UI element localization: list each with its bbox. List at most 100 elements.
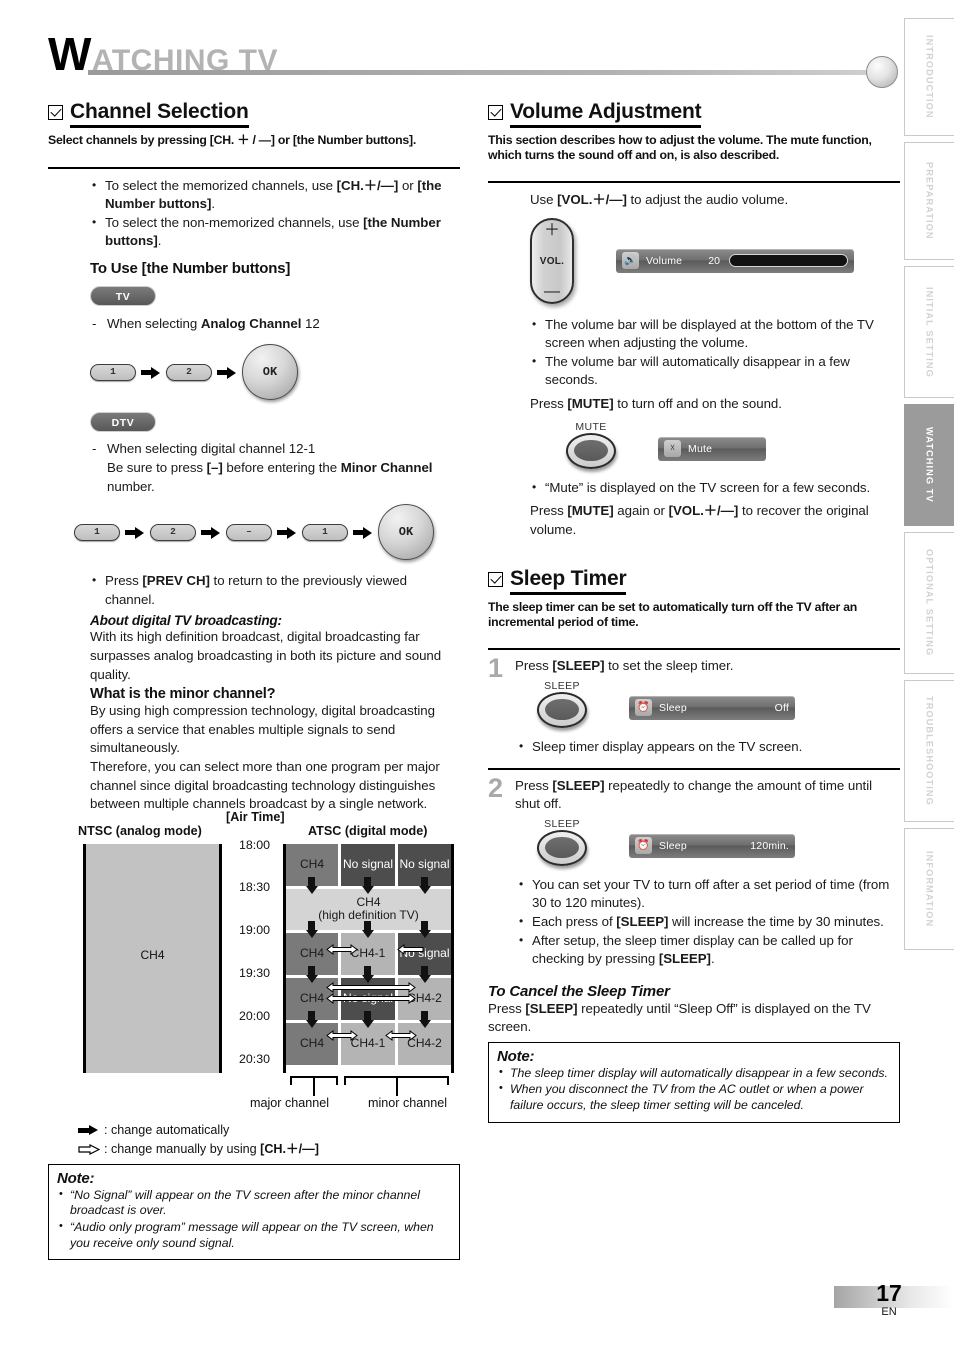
sidebar-item-watching-tv[interactable]: WATCHING TV — [904, 404, 954, 526]
manual-change-arrow-icon — [385, 1029, 417, 1041]
note-title: Note: — [497, 1047, 535, 1065]
step-number: 1 — [488, 653, 504, 684]
legend-manual: : change manually by using [CH.＋/—] — [78, 1140, 460, 1159]
list-item: “Mute” is displayed on the TV screen for… — [530, 478, 900, 498]
volume-rocker-label: VOL. — [539, 255, 565, 267]
volume-rocker-button[interactable]: ＋ VOL. — — [530, 217, 574, 304]
volume-bullets: The volume bar will be displayed at the … — [530, 315, 900, 390]
sleep-button[interactable] — [537, 691, 587, 728]
sleep-button-group: SLEEP — [537, 680, 587, 728]
list-item: The volume bar will be displayed at the … — [530, 315, 900, 353]
header-rule — [88, 70, 878, 75]
digital-key-sequence: 1 2 – 1 OK — [74, 504, 460, 561]
volume-up-icon[interactable]: ＋ — [544, 222, 560, 238]
sidebar-item-troubleshooting[interactable]: TROUBLESHOOTING — [904, 680, 954, 822]
time-tick: 20:00 — [238, 1008, 270, 1023]
ok-button[interactable]: OK — [378, 504, 434, 561]
sleep-step-1: 1 Press [SLEEP] to set the sleep timer. … — [488, 653, 900, 756]
auto-change-arrow-icon — [305, 965, 318, 983]
tab-label: INFORMATION — [924, 850, 935, 928]
sidebar-item-introduction[interactable]: INTRODUCTION — [904, 18, 954, 136]
list-item: Each press of [SLEEP] will increase the … — [517, 912, 900, 932]
auto-change-arrow-icon — [418, 1010, 431, 1028]
remote-key-2[interactable]: 2 — [150, 523, 196, 541]
auto-change-arrow-icon — [361, 920, 374, 938]
sidebar-item-optional-setting[interactable]: OPTIONAL SETTING — [904, 532, 954, 674]
step-number: 2 — [488, 772, 504, 803]
volume-osd-value: 20 — [708, 254, 720, 267]
divider — [488, 767, 900, 770]
arrow-right-icon — [125, 526, 145, 539]
mute-button-label: MUTE — [575, 420, 607, 433]
about-digital-tv-body: With its high definition broadcast, digi… — [90, 629, 442, 682]
sleep-button[interactable] — [537, 829, 587, 866]
arrow-right-icon — [217, 366, 237, 379]
volume-use-line: Use [VOL.＋/—] to adjust the audio volume… — [530, 192, 789, 207]
speaker-icon: 🔊 — [622, 252, 639, 270]
legend-auto: : change automatically — [78, 1121, 460, 1140]
list-item: When you disconnect the TV from the AC o… — [497, 1081, 891, 1113]
cancel-sleep-timer-body: Press [SLEEP] repeatedly until “Sleep Of… — [488, 1000, 871, 1035]
arrow-right-icon — [277, 526, 297, 539]
note-title: Note: — [57, 1169, 95, 1187]
remote-key-1b[interactable]: 1 — [302, 523, 348, 541]
tab-label: TROUBLESHOOTING — [924, 696, 935, 806]
tab-label: PREPARATION — [924, 162, 935, 240]
manual-change-arrow-icon — [326, 943, 358, 955]
list-item: The volume bar will automatically disapp… — [530, 352, 900, 390]
tv-mode-pill-wrap: TV — [90, 285, 460, 306]
mute-icon: ☓ — [664, 440, 681, 458]
auto-change-arrow-icon — [305, 1010, 318, 1028]
sleep-timer-heading: Sleep Timer — [488, 567, 900, 596]
sleep-step2-text: Press [SLEEP] repeatedly to change the a… — [515, 777, 873, 812]
channel-selection-body: To select the memorized channels, use [C… — [48, 169, 460, 814]
sidebar-item-initial-setting[interactable]: INITIAL SETTING — [904, 266, 954, 398]
note-box-left: Note: “No Signal” will appear on the TV … — [48, 1163, 460, 1261]
list-item: Press [PREV CH] to return to the previou… — [90, 571, 460, 609]
list-item: The sleep timer display will automatical… — [497, 1065, 891, 1082]
manual-page: WATCHING TV Channel Selection Select cha… — [0, 0, 954, 1348]
divider — [488, 648, 900, 651]
checkbox-icon — [488, 571, 503, 587]
dtv-mode-pill: DTV — [90, 412, 156, 433]
airtime-diagram: NTSC (analog mode) [Air Time] ATSC (digi… — [78, 810, 478, 1122]
page-number: 17 — [876, 1280, 902, 1306]
analog-key-sequence: 1 2 OK — [90, 344, 460, 401]
remote-key-minus[interactable]: – — [226, 523, 272, 541]
recover-volume-line: Press [MUTE] again or [VOL.＋/—] to recov… — [530, 503, 869, 537]
ok-button[interactable]: OK — [242, 344, 298, 401]
tab-label: WATCHING TV — [924, 427, 935, 503]
tab-label: INTRODUCTION — [924, 35, 935, 119]
remote-key-1[interactable]: 1 — [74, 523, 120, 541]
auto-change-arrow-icon — [361, 876, 374, 894]
minor-channel-heading: What is the minor channel? — [90, 686, 276, 703]
volume-illustration-row: ＋ VOL. — 🔊 Volume 20 — [530, 217, 900, 304]
sleep-timer-title: Sleep Timer — [510, 567, 627, 596]
time-tick: 19:30 — [238, 965, 270, 980]
sleep-osd-label: Sleep — [659, 839, 687, 852]
ntsc-label: NTSC (analog mode) — [78, 823, 202, 838]
sidebar-item-information[interactable]: INFORMATION — [904, 828, 954, 950]
minor-channel-label: minor channel — [368, 1095, 448, 1110]
chapter-header: WATCHING TV — [48, 31, 904, 90]
cancel-sleep-timer-heading: To Cancel the Sleep Timer — [488, 982, 670, 1000]
section-tabs: INTRODUCTION PREPARATION INITIAL SETTING… — [904, 18, 954, 956]
sleep-button-group: SLEEP — [537, 818, 587, 866]
auto-change-arrow-icon — [418, 965, 431, 983]
right-column: Volume Adjustment This section describes… — [488, 100, 900, 1123]
mute-button-group: MUTE — [566, 421, 616, 469]
mute-button[interactable] — [566, 432, 616, 469]
prev-ch-bullets: Press [PREV CH] to return to the previou… — [90, 571, 460, 609]
time-tick: 18:00 — [238, 837, 270, 852]
list-item: To select the non-memorized channels, us… — [90, 213, 460, 251]
hollow-arrow-icon — [78, 1143, 100, 1155]
about-digital-tv-heading: About digital TV broadcasting: — [90, 613, 282, 629]
solid-arrow-icon — [78, 1124, 100, 1136]
manual-change-arrow-icon — [326, 992, 416, 1004]
ntsc-axis-right — [219, 843, 222, 1073]
minor-channel-body-1: By using high compression technology, di… — [90, 703, 435, 756]
sidebar-item-preparation[interactable]: PREPARATION — [904, 142, 954, 260]
volume-down-icon[interactable]: — — [544, 283, 560, 299]
remote-key-2[interactable]: 2 — [166, 363, 212, 381]
remote-key-1[interactable]: 1 — [90, 363, 136, 381]
